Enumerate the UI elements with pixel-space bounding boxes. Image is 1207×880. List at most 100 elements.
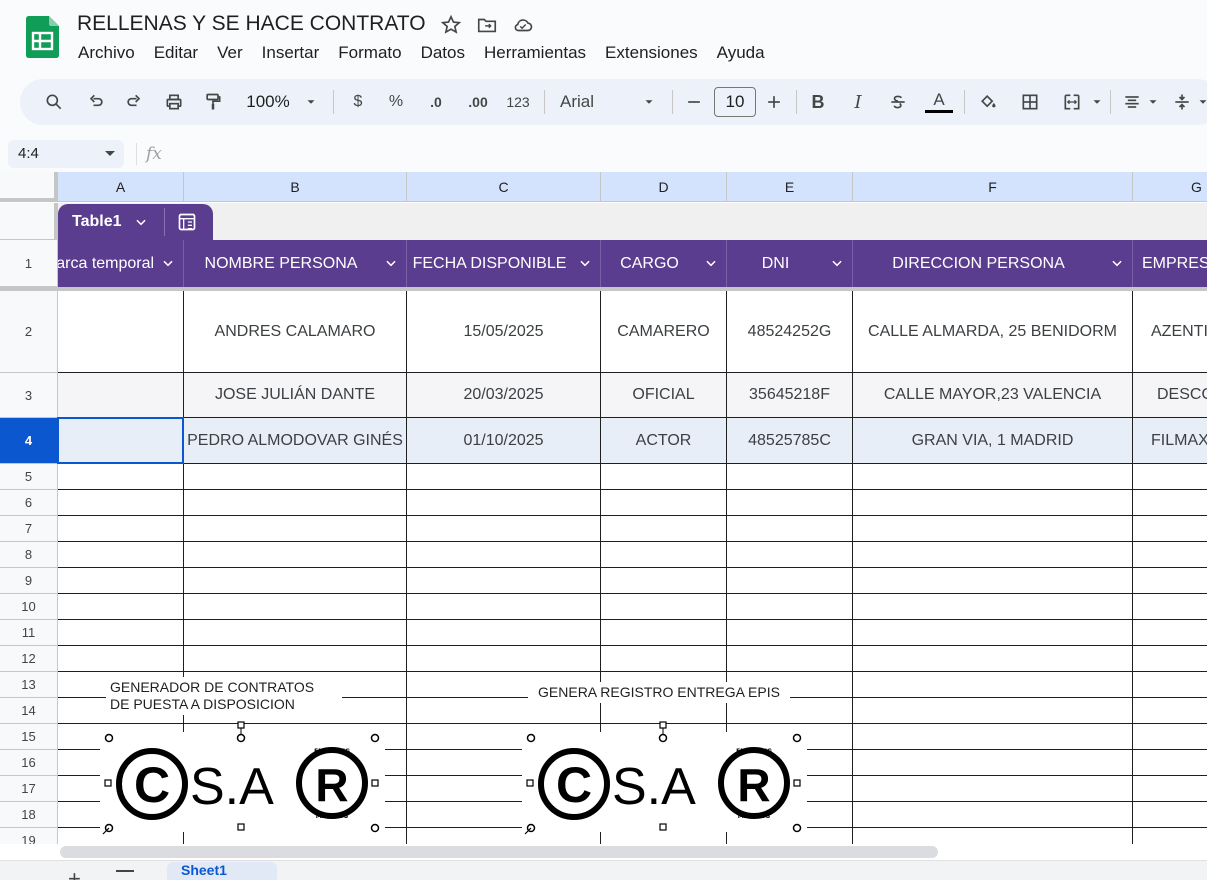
table-cell[interactable]: DESCO [1133,373,1207,418]
row-header-15[interactable]: 15 [0,724,58,750]
font-dropdown-icon[interactable] [642,79,656,125]
table-cell[interactable]: CAMARERO [601,291,727,373]
column-header-c[interactable]: C [407,172,601,202]
table-header-direccion[interactable]: DIRECCION PERSONA [853,240,1133,287]
active-cell-a4[interactable] [57,417,184,464]
row-header-5[interactable]: 5 [0,464,58,490]
move-folder-icon[interactable] [476,14,498,36]
paint-format-icon[interactable] [201,79,225,125]
zoom-select[interactable]: 100% [242,79,294,125]
undo-icon[interactable] [84,79,108,125]
row-header-1[interactable]: 1 [0,240,58,287]
sheet-tab-active[interactable]: Sheet1 [167,862,277,880]
print-icon[interactable] [162,79,186,125]
increase-font-size-icon[interactable] [764,79,784,125]
column-header-g[interactable]: G [1133,172,1207,202]
menu-ver[interactable]: Ver [209,41,251,65]
menu-datos[interactable]: Datos [413,41,473,65]
all-sheets-icon[interactable] [116,870,134,880]
table-header-dni[interactable]: DNI [727,240,853,287]
chevron-down-icon[interactable] [830,256,844,270]
decrease-font-size-icon[interactable] [684,79,704,125]
vertical-align-icon[interactable] [1170,79,1194,125]
document-title[interactable]: RELLENAS Y SE HACE CONTRATO [77,12,426,36]
contract-generator-logo[interactable]: C S.A R ENGAGING MARKETS [100,720,385,836]
menu-editar[interactable]: Editar [146,41,206,65]
text-color-button[interactable]: A [924,79,954,125]
table-header-empresa[interactable]: EMPRESA [1133,240,1207,287]
decrease-decimal-button[interactable]: .0 [424,79,448,125]
row-header-6[interactable]: 6 [0,490,58,516]
table-cell[interactable]: ACTOR [601,418,727,464]
table-cell[interactable]: 01/10/2025 [407,418,601,464]
row-header-8[interactable]: 8 [0,542,58,568]
contract-generator-label[interactable]: GENERADOR DE CONTRATOS DE PUESTA A DISPO… [106,677,342,715]
table-cell[interactable]: 48524252G [727,291,853,373]
sheet-grid[interactable]: A B C D E F G Table1 1 2 3 4 5 6 7 8 9 1… [0,172,1207,844]
table-header-nombre[interactable]: NOMBRE PERSONA [184,240,407,287]
table-cell[interactable] [58,373,184,418]
chevron-down-icon[interactable] [704,256,718,270]
row-header-19[interactable]: 19 [0,828,58,844]
horizontal-align-icon[interactable] [1120,79,1144,125]
column-header-f[interactable]: F [853,172,1133,202]
merge-cells-icon[interactable] [1060,79,1084,125]
strikethrough-icon[interactable] [886,79,910,125]
star-icon[interactable] [440,14,462,36]
table-header-marca-temporal[interactable]: Marca temporal [58,240,184,287]
chevron-down-icon[interactable] [161,256,175,270]
column-header-a[interactable]: A [58,172,184,202]
row-header-2[interactable]: 2 [0,291,58,373]
row-header-11[interactable]: 11 [0,620,58,646]
column-header-b[interactable]: B [184,172,407,202]
italic-button[interactable]: I [848,79,868,125]
table-cell[interactable]: 48525785C [727,418,853,464]
sheets-logo-icon[interactable] [26,16,59,58]
select-all-corner[interactable] [0,172,58,202]
table-name[interactable]: Table1 [72,213,122,231]
menu-insertar[interactable]: Insertar [254,41,328,65]
horizontal-scrollbar-thumb[interactable] [60,846,938,858]
table-cell[interactable]: CALLE MAYOR,23 VALENCIA [853,373,1133,418]
row-header-18[interactable]: 18 [0,802,58,828]
fill-color-icon[interactable] [976,79,1000,125]
table-cell[interactable]: JOSE JULIÁN DANTE [184,373,407,418]
increase-decimal-button[interactable]: .00 [464,79,492,125]
name-box-dropdown-icon[interactable] [105,151,115,156]
row-header-14[interactable]: 14 [0,698,58,724]
align-dropdown-icon[interactable] [1146,79,1160,125]
search-menus-icon[interactable] [42,79,66,125]
table-cell[interactable]: ANDRES CALAMARO [184,291,407,373]
menu-herramientas[interactable]: Herramientas [476,41,594,65]
row-header-7[interactable]: 7 [0,516,58,542]
table-cell[interactable]: 20/03/2025 [407,373,601,418]
table-cell[interactable]: AZENTI [1133,291,1207,373]
epis-register-label[interactable]: GENERA REGISTRO ENTREGA EPIS [528,682,790,703]
row-header-13[interactable]: 13 [0,672,58,698]
font-family-select[interactable]: Arial [560,79,620,125]
currency-format-button[interactable]: $ [348,79,368,125]
bold-button[interactable]: B [808,79,828,125]
row-header-16[interactable]: 16 [0,750,58,776]
merge-dropdown-icon[interactable] [1090,79,1104,125]
table-header-fecha[interactable]: FECHA DISPONIBLE [407,240,601,287]
column-header-d[interactable]: D [601,172,727,202]
table-cell[interactable]: GRAN VIA, 1 MADRID [853,418,1133,464]
percent-format-button[interactable]: % [386,79,406,125]
table-cell[interactable] [58,291,184,373]
more-formats-button[interactable]: 123 [504,79,532,125]
row-header-10[interactable]: 10 [0,594,58,620]
cloud-saved-icon[interactable] [512,14,534,36]
redo-icon[interactable] [122,79,146,125]
table-cell[interactable]: 15/05/2025 [407,291,601,373]
borders-icon[interactable] [1018,79,1042,125]
table-summary-icon[interactable] [177,212,197,232]
add-sheet-icon[interactable]: + [68,866,81,880]
font-size-input[interactable]: 10 [714,87,756,117]
menu-formato[interactable]: Formato [330,41,409,65]
row-header-9[interactable]: 9 [0,568,58,594]
zoom-dropdown-icon[interactable] [304,79,318,125]
epis-register-logo[interactable]: C S.A R ENGAGING MARKETS [522,720,807,836]
table-cell[interactable]: 35645218F [727,373,853,418]
column-header-e[interactable]: E [727,172,853,202]
